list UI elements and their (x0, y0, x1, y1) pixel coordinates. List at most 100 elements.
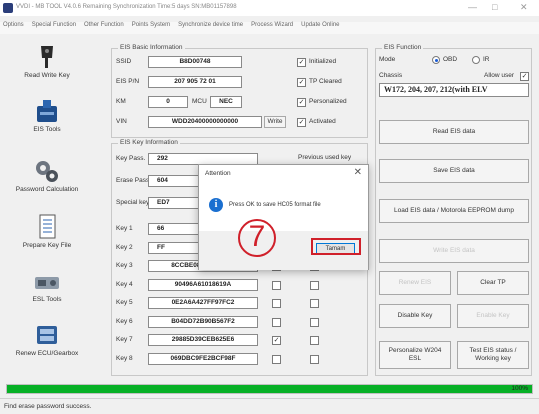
key-used-checkbox[interactable] (310, 299, 319, 308)
initialized-label: Initialized (309, 58, 337, 65)
mode-label: Mode (379, 56, 396, 63)
eis-key-info-title: EIS Key Information (118, 139, 180, 146)
gearbox-icon (32, 322, 62, 348)
status-text: Find erase password success. (4, 403, 92, 410)
enable-key-button[interactable]: Enable Key (457, 304, 529, 328)
menu-synchronize-time[interactable]: Synchronize device time (178, 22, 243, 34)
progress-percent: 100% (511, 385, 528, 392)
dialog-message: Press OK to save HC05 format file (229, 202, 321, 208)
close-button[interactable]: ✕ (520, 2, 528, 13)
steering-lock-icon (32, 268, 62, 294)
key-row-label: Key 2 (116, 244, 133, 251)
personalized-label: Personalized (309, 98, 347, 105)
title-bar: VVDI - MB TOOL V4.0.6 Remaining Synchron… (0, 0, 539, 16)
sidebar-item-renew-ecu-gearbox[interactable]: Renew ECU/Gearbox (6, 322, 88, 357)
renew-eis-button[interactable]: Renew EIS (379, 271, 451, 295)
sidebar-item-esl-tools[interactable]: ESL Tools (6, 268, 88, 303)
menu-other-function[interactable]: Other Function (84, 22, 124, 34)
key-row-label: Key 8 (116, 355, 133, 362)
key-value-field[interactable]: 0E2A6A427FF97FC2 (148, 297, 258, 309)
progress-bar: 100% (6, 384, 533, 394)
allow-user-checkbox[interactable]: ✓ (520, 72, 529, 81)
pn-label: EIS P/N (116, 78, 140, 85)
mode-ir-radio[interactable] (472, 56, 480, 64)
dialog-title: Attention (205, 170, 231, 177)
sidebar-item-prepare-key-file[interactable]: Prepare Key File (6, 214, 88, 249)
key-row-label: Key 3 (116, 262, 133, 269)
step-number-annotation: 7 (238, 219, 276, 257)
ssid-label: SSID (116, 58, 132, 65)
menu-process-wizard[interactable]: Process Wizard (251, 22, 293, 34)
mcu-field[interactable]: NEC (210, 96, 242, 108)
mode-ir-label: IR (483, 56, 490, 63)
activated-checkbox[interactable]: ✓ (297, 118, 306, 127)
menu-update-online[interactable]: Update Online (301, 22, 339, 34)
tp-cleared-checkbox[interactable]: ✓ (297, 78, 306, 87)
previous-used-key-label: Previous used key (298, 154, 352, 161)
menu-options[interactable]: Options (3, 22, 24, 34)
chassis-select[interactable]: W172, 204, 207, 212(with ELV (379, 83, 529, 97)
eis-basic-info-title: EIS Basic Information (118, 44, 185, 51)
key-icon (32, 44, 62, 70)
sidebar-item-eis-tools[interactable]: EIS Tools (6, 98, 88, 133)
key-used-checkbox[interactable] (310, 336, 319, 345)
menu-points-system[interactable]: Points System (132, 22, 170, 34)
clear-tp-button[interactable]: Clear TP (457, 271, 529, 295)
key-used-checkbox[interactable] (310, 281, 319, 290)
initialized-checkbox[interactable]: ✓ (297, 58, 306, 67)
tp-cleared-label: TP Cleared (309, 78, 342, 85)
key-enabled-checkbox[interactable] (272, 299, 281, 308)
key-enabled-checkbox[interactable] (272, 281, 281, 290)
ssid-field[interactable]: B8D00748 (148, 56, 242, 68)
eis-function-group: EIS Function Mode OBD IR Chassis Allow u… (375, 44, 532, 376)
maximize-button[interactable]: □ (492, 2, 497, 12)
mode-obd-radio[interactable] (432, 56, 440, 64)
eis-function-title: EIS Function (382, 44, 424, 51)
app-icon (3, 3, 13, 13)
allow-user-label: Allow user (484, 72, 514, 79)
sidebar: Read Write Key EIS Tools Password Calcul… (6, 40, 88, 370)
key-row-label: Key 5 (116, 299, 133, 306)
write-eis-data-button[interactable]: Write EIS data (379, 239, 529, 263)
key-enabled-checkbox[interactable]: ✓ (272, 336, 281, 345)
sidebar-item-read-write-key[interactable]: Read Write Key (6, 44, 88, 79)
gears-icon (32, 158, 62, 184)
write-vin-button[interactable]: Write (264, 116, 286, 128)
mcu-label: MCU (192, 98, 207, 105)
progress-fill (7, 385, 532, 393)
personalize-w204-esl-button[interactable]: Personalize W204 ESL (379, 341, 451, 369)
key-used-checkbox[interactable] (310, 355, 319, 364)
key-value-field[interactable]: 29885D39CEB625E6 (148, 334, 258, 346)
key-value-field[interactable]: B04DD72B90B567F2 (148, 316, 258, 328)
read-eis-data-button[interactable]: Read EIS data (379, 120, 529, 144)
test-eis-status-button[interactable]: Test EIS status / Working key (457, 341, 529, 369)
personalized-checkbox[interactable]: ✓ (297, 98, 306, 107)
km-field[interactable]: 0 (148, 96, 188, 108)
disable-key-button[interactable]: Disable Key (379, 304, 451, 328)
key-value-field[interactable]: 069DBC9FE2BCF98F (148, 353, 258, 365)
eis-basic-info-group: EIS Basic Information SSID B8D00748 EIS … (111, 44, 368, 138)
window-title: VVDI - MB TOOL V4.0.6 Remaining Synchron… (16, 4, 237, 10)
pn-field[interactable]: 207 905 72 01 (148, 76, 242, 88)
chassis-label: Chassis (379, 72, 403, 79)
load-eis-data-button[interactable]: Load EIS data / Motorola EEPROM dump (379, 199, 529, 223)
key-enabled-checkbox[interactable] (272, 355, 281, 364)
vin-field[interactable]: WDD20400000000000 (148, 116, 262, 128)
vin-label: VIN (116, 118, 127, 125)
menu-special-function[interactable]: Special Function (32, 22, 76, 34)
ecu-icon (32, 98, 62, 124)
key-value-field[interactable]: 90496A61018619A (148, 279, 258, 291)
km-label: KM (116, 98, 126, 105)
dialog-close-icon[interactable]: ✕ (354, 167, 362, 178)
minimize-button[interactable]: — (468, 2, 477, 12)
file-icon (32, 214, 62, 240)
key-row-label: Key 7 (116, 336, 133, 343)
sidebar-item-password-calculation[interactable]: Password Calculation (6, 158, 88, 193)
key-used-checkbox[interactable] (310, 318, 319, 327)
save-eis-data-button[interactable]: Save EIS data (379, 159, 529, 183)
menu-bar: Options Special Function Other Function … (0, 22, 539, 34)
key-enabled-checkbox[interactable] (272, 318, 281, 327)
key-pass-label: Key Pass. (116, 155, 146, 162)
info-icon: i (209, 198, 223, 212)
activated-label: Activated (309, 118, 336, 125)
